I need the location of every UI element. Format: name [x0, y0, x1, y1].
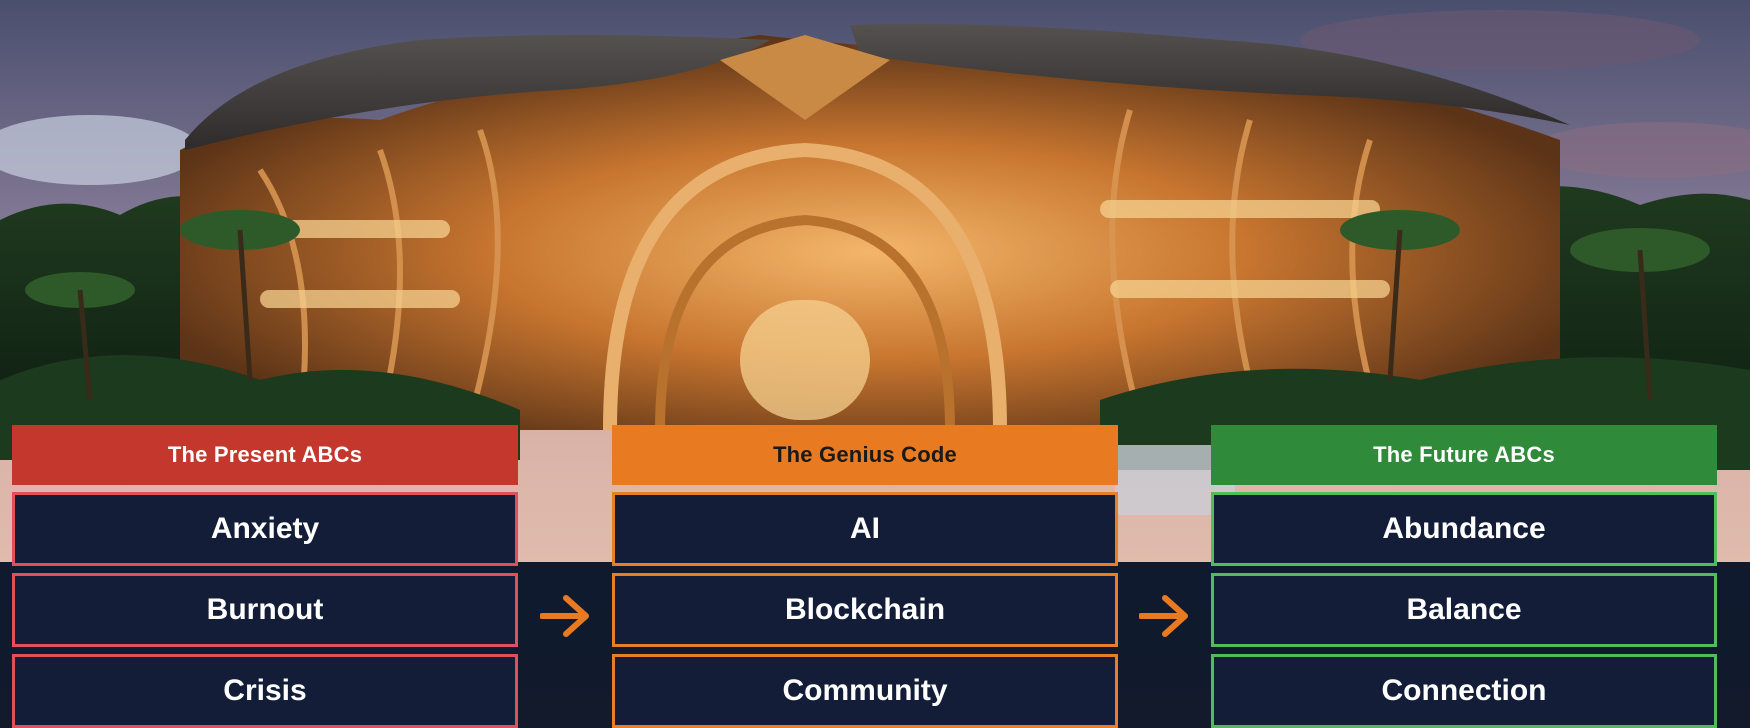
present-item-anxiety: Anxiety [12, 492, 518, 566]
future-item-balance: Balance [1211, 573, 1717, 647]
present-item-crisis: Crisis [12, 654, 518, 728]
genius-item-community: Community [612, 654, 1118, 728]
future-item-connection: Connection [1211, 654, 1717, 728]
column-genius-code: The Genius Code AI Blockchain Community [612, 425, 1118, 728]
future-abcs-header: The Future ABCs [1211, 425, 1717, 485]
present-abcs-header: The Present ABCs [12, 425, 518, 485]
column-future-abcs: The Future ABCs Abundance Balance Connec… [1211, 425, 1717, 728]
arrow-right-icon [540, 595, 589, 637]
genius-code-header: The Genius Code [612, 425, 1118, 485]
present-item-burnout: Burnout [12, 573, 518, 647]
future-item-abundance: Abundance [1211, 492, 1717, 566]
column-present-abcs: The Present ABCs Anxiety Burnout Crisis [12, 425, 518, 728]
genius-item-ai: AI [612, 492, 1118, 566]
genius-item-blockchain: Blockchain [612, 573, 1118, 647]
arrow-right-icon [1139, 595, 1188, 637]
